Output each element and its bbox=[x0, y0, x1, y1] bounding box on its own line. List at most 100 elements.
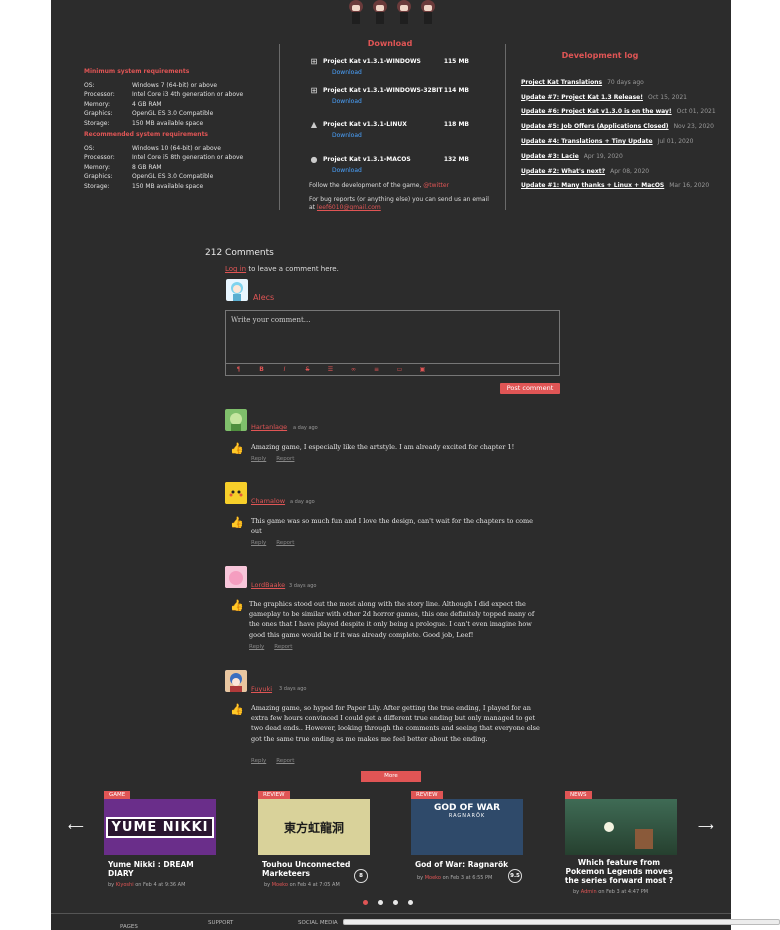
devlog-item: Update #6: Project Kat v1.3.0 is on the … bbox=[521, 108, 716, 116]
download-item: ● Project Kat v1.3.1-MACOS 132 MB Download bbox=[310, 154, 470, 175]
carousel-dot[interactable] bbox=[408, 900, 413, 905]
character-figure bbox=[346, 0, 366, 24]
bug-note: For bug reports (or anything else) you c… bbox=[309, 196, 489, 211]
devlog-link[interactable]: Update #6: Project Kat v1.3.0 is on the … bbox=[521, 108, 672, 115]
review-score: 8 bbox=[354, 869, 368, 883]
follow-note: Follow the development of the game, @twi… bbox=[309, 182, 450, 189]
category-tag: REVIEW bbox=[411, 791, 443, 799]
thumbs-up-icon[interactable]: 👍 bbox=[230, 443, 244, 455]
comment-username[interactable]: Chamalow bbox=[251, 497, 285, 505]
comment-time: a day ago bbox=[290, 499, 315, 505]
devlog-item: Update #1: Many thanks + Linux + MacOS Ma… bbox=[521, 182, 710, 190]
devlog-title: Development log bbox=[561, 51, 639, 60]
article-meta: by Moeko on Feb 4 at 7:05 AM bbox=[264, 882, 340, 888]
req-row: Processor: Intel Core i5 8th generation o… bbox=[84, 154, 244, 162]
devlog-link[interactable]: Update #7: Project Kat 1.3 Release! bbox=[521, 94, 643, 101]
link-icon[interactable]: ∞ bbox=[349, 365, 358, 374]
carousel-dot[interactable] bbox=[363, 900, 368, 905]
devlog-link[interactable]: Update #5: Job Offers (Applications Clos… bbox=[521, 123, 669, 130]
footer-social[interactable]: SOCIAL MEDIA bbox=[298, 920, 338, 926]
download-title: Download bbox=[367, 39, 413, 48]
comment-time: 3 days ago bbox=[289, 583, 317, 589]
report-link[interactable]: Report bbox=[274, 644, 292, 650]
req-row: Storage: 150 MB available space bbox=[84, 182, 204, 190]
footer-support[interactable]: SUPPORT bbox=[208, 920, 233, 926]
comment-username[interactable]: Hartanlage bbox=[251, 423, 287, 431]
post-comment-button[interactable]: Post comment bbox=[500, 383, 560, 394]
article-meta: by Kiyoshi on Feb 4 at 9:36 AM bbox=[108, 882, 186, 888]
image-icon[interactable]: ▣ bbox=[418, 365, 427, 374]
comment-text: The graphics stood out the most along wi… bbox=[249, 600, 535, 639]
login-prompt: Log in to leave a comment here. bbox=[225, 265, 339, 273]
reply-link[interactable]: Reply bbox=[251, 540, 266, 546]
devlog-link[interactable]: Update #4: Translations + Tiny Update bbox=[521, 138, 653, 145]
report-link[interactable]: Report bbox=[276, 758, 294, 764]
thumbs-up-icon[interactable]: 👍 bbox=[230, 517, 244, 529]
spoiler-icon[interactable]: ▭ bbox=[395, 365, 404, 374]
article-thumbnail bbox=[565, 799, 677, 855]
category-tag: GAME bbox=[104, 791, 131, 799]
comment-text: Amazing game, I especially like the arts… bbox=[251, 443, 515, 451]
email-link[interactable]: leef6010@gmail.com bbox=[317, 204, 381, 211]
footer-pages[interactable]: PAGES bbox=[120, 924, 138, 930]
download-link[interactable]: Download bbox=[332, 132, 469, 139]
comments-count: 212 Comments bbox=[205, 248, 274, 258]
article-thumbnail: YUME NIKKI bbox=[104, 799, 216, 855]
category-tag: NEWS bbox=[565, 791, 592, 799]
editor-toolbar: ¶ B I S ☰ ∞ ≡ ▭ ▣ bbox=[225, 363, 560, 376]
horizontal-scrollbar[interactable] bbox=[343, 919, 780, 925]
comment-actions: Reply Report bbox=[251, 456, 294, 462]
devlog-link[interactable]: Update #3: Lacie bbox=[521, 153, 579, 160]
download-link[interactable]: Download bbox=[332, 98, 469, 105]
list-icon[interactable]: ☰ bbox=[326, 365, 335, 374]
strikethrough-icon[interactable]: S bbox=[303, 365, 312, 374]
devlog-link[interactable]: Update #1: Many thanks + Linux + MacOS bbox=[521, 182, 664, 189]
devlog-item: Update #5: Job Offers (Applications Clos… bbox=[521, 123, 714, 131]
thumbs-up-icon[interactable]: 👍 bbox=[230, 600, 244, 612]
reply-link[interactable]: Reply bbox=[251, 456, 266, 462]
download-link[interactable]: Download bbox=[332, 167, 469, 174]
report-link[interactable]: Report bbox=[276, 456, 294, 462]
devlog-item: Update #7: Project Kat 1.3 Release! Oct 1… bbox=[521, 93, 687, 101]
review-score: 9.5 bbox=[508, 869, 522, 883]
bold-icon[interactable]: B bbox=[257, 365, 266, 374]
devlog-item: Project Kat Translations 70 days ago bbox=[521, 78, 644, 86]
twitter-link[interactable]: @twitter bbox=[423, 182, 449, 189]
carousel-dot[interactable] bbox=[378, 900, 383, 905]
comment-text: Amazing game, so hyped for Paper Lily. A… bbox=[251, 704, 540, 743]
comment-username[interactable]: Fuyuki bbox=[251, 685, 272, 693]
carousel-dot[interactable] bbox=[393, 900, 398, 905]
more-button[interactable]: More bbox=[361, 771, 421, 782]
download-link[interactable]: Download bbox=[332, 69, 469, 76]
reply-link[interactable]: Reply bbox=[249, 644, 264, 650]
devlog-list: Project Kat Translations 70 days ago Upda… bbox=[521, 75, 716, 193]
recommended-requirements: Recommended system requirements OS: Windo… bbox=[84, 131, 243, 191]
devlog-link[interactable]: Update #2: What's next? bbox=[521, 168, 605, 175]
devlog-item: Update #4: Translations + Tiny Update Jul… bbox=[521, 138, 694, 146]
align-icon[interactable]: ≡ bbox=[372, 365, 381, 374]
req-row: OS: Windows 10 (64-bit) or above bbox=[84, 145, 221, 152]
comment-username[interactable]: LordBaake bbox=[251, 581, 285, 589]
req-row: Memory: 4 GB RAM bbox=[84, 100, 162, 108]
thumbs-up-icon[interactable]: 👍 bbox=[230, 704, 244, 716]
avatar bbox=[225, 409, 247, 431]
column-divider bbox=[505, 44, 506, 210]
italic-icon[interactable]: I bbox=[280, 365, 289, 374]
article-title: Which feature from Pokemon Legends moves… bbox=[564, 858, 674, 885]
paragraph-icon[interactable]: ¶ bbox=[234, 365, 243, 374]
arrow-left-icon[interactable]: ⟵ bbox=[68, 820, 84, 834]
login-link[interactable]: Log in bbox=[225, 265, 246, 273]
comment-input[interactable]: Write your comment... bbox=[225, 310, 560, 364]
article-title: Touhou Unconnected Marketeers bbox=[262, 860, 351, 878]
req-row: Memory: 8 GB RAM bbox=[84, 163, 162, 171]
reply-link[interactable]: Reply bbox=[251, 758, 266, 764]
report-link[interactable]: Report bbox=[276, 540, 294, 546]
windows-icon: ⊞ bbox=[310, 85, 318, 95]
article-thumbnail: 東方虹龍洞 bbox=[258, 799, 370, 855]
avatar bbox=[226, 279, 248, 301]
devlog-link[interactable]: Project Kat Translations bbox=[521, 79, 602, 86]
download-item: ⊞ Project Kat v1.3.1-WINDOWS 115 MB Downlo… bbox=[310, 56, 469, 77]
req-row: Storage: 150 MB available space bbox=[84, 119, 204, 127]
hero-image bbox=[346, 0, 438, 24]
arrow-right-icon[interactable]: ⟶ bbox=[698, 820, 714, 834]
